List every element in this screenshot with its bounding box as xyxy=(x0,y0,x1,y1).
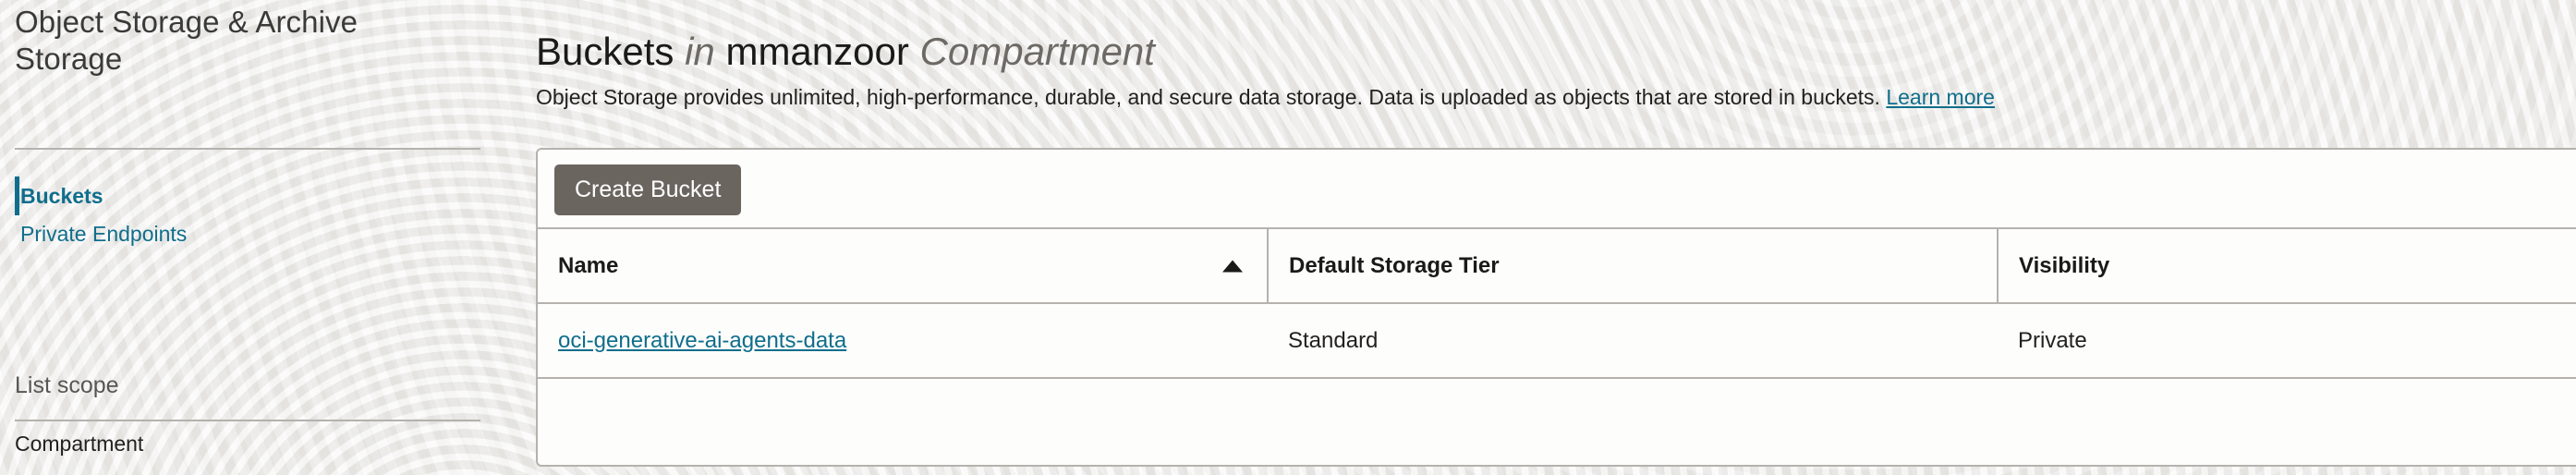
page-title-resource: Buckets xyxy=(536,30,674,74)
cell-empty-3 xyxy=(1998,378,2576,454)
page-description-text: Object Storage provides unlimited, high-… xyxy=(536,85,1880,109)
column-header-name[interactable]: Name xyxy=(538,227,1269,304)
column-header-visibility[interactable]: Visibility xyxy=(1998,227,2576,304)
table-toolbar: Create Bucket xyxy=(538,150,2576,227)
buckets-table-body: oci-generative-ai-agents-data Standard P… xyxy=(538,303,2576,454)
sort-ascending-icon[interactable] xyxy=(1222,260,1243,272)
cell-empty-1 xyxy=(538,378,1268,454)
sidebar-item-private-endpoints[interactable]: Private Endpoints xyxy=(0,218,187,250)
buckets-table-head: Name Default Storage Tier Visibility xyxy=(538,227,2576,304)
column-header-default-storage-tier-label: Default Storage Tier xyxy=(1289,252,1500,278)
sidebar-divider-top xyxy=(15,148,480,150)
create-bucket-button[interactable]: Create Bucket xyxy=(554,164,742,215)
cell-empty-2 xyxy=(1268,378,1998,454)
page-title-compartment-name: mmanzoor xyxy=(725,30,909,74)
cell-default-storage-tier: Standard xyxy=(1268,303,1998,379)
main-content: Buckets in mmanzoor Compartment Object S… xyxy=(536,0,2576,475)
sidebar-item-buckets[interactable]: Buckets xyxy=(0,177,103,215)
sidebar-item-private-endpoints-label: Private Endpoints xyxy=(20,222,188,246)
buckets-table: Name Default Storage Tier Visibility oci… xyxy=(538,227,2576,454)
cell-bucket-name: oci-generative-ai-agents-data xyxy=(538,303,1268,379)
table-row[interactable]: oci-generative-ai-agents-data Standard P… xyxy=(538,303,2576,379)
app-root: Object Storage & Archive Storage Buckets… xyxy=(0,0,2576,475)
sidebar-compartment-label: Compartment xyxy=(15,432,144,456)
page-description: Object Storage provides unlimited, high-… xyxy=(536,83,1995,111)
table-header-row: Name Default Storage Tier Visibility xyxy=(538,227,2576,304)
page-title-preposition: in xyxy=(685,30,715,74)
bucket-name-link[interactable]: oci-generative-ai-agents-data xyxy=(558,328,846,353)
column-header-visibility-label: Visibility xyxy=(2019,252,2110,278)
sidebar-service-title: Object Storage & Archive Storage xyxy=(15,5,358,76)
sidebar: Object Storage & Archive Storage Buckets… xyxy=(0,0,517,475)
column-header-default-storage-tier[interactable]: Default Storage Tier xyxy=(1268,227,1999,304)
cell-visibility: Private xyxy=(1998,303,2576,379)
page-title: Buckets in mmanzoor Compartment xyxy=(536,28,1155,76)
table-empty-row xyxy=(538,378,2576,454)
sidebar-divider-list-scope xyxy=(15,420,480,421)
learn-more-link[interactable]: Learn more xyxy=(1886,85,1995,109)
page-title-compartment-word: Compartment xyxy=(919,30,1155,74)
buckets-panel: Create Bucket Name Default Storage Tier … xyxy=(536,148,2576,467)
sidebar-list-scope-heading: List scope xyxy=(15,372,119,398)
sidebar-item-buckets-label: Buckets xyxy=(20,184,103,208)
column-header-name-label: Name xyxy=(558,252,619,278)
